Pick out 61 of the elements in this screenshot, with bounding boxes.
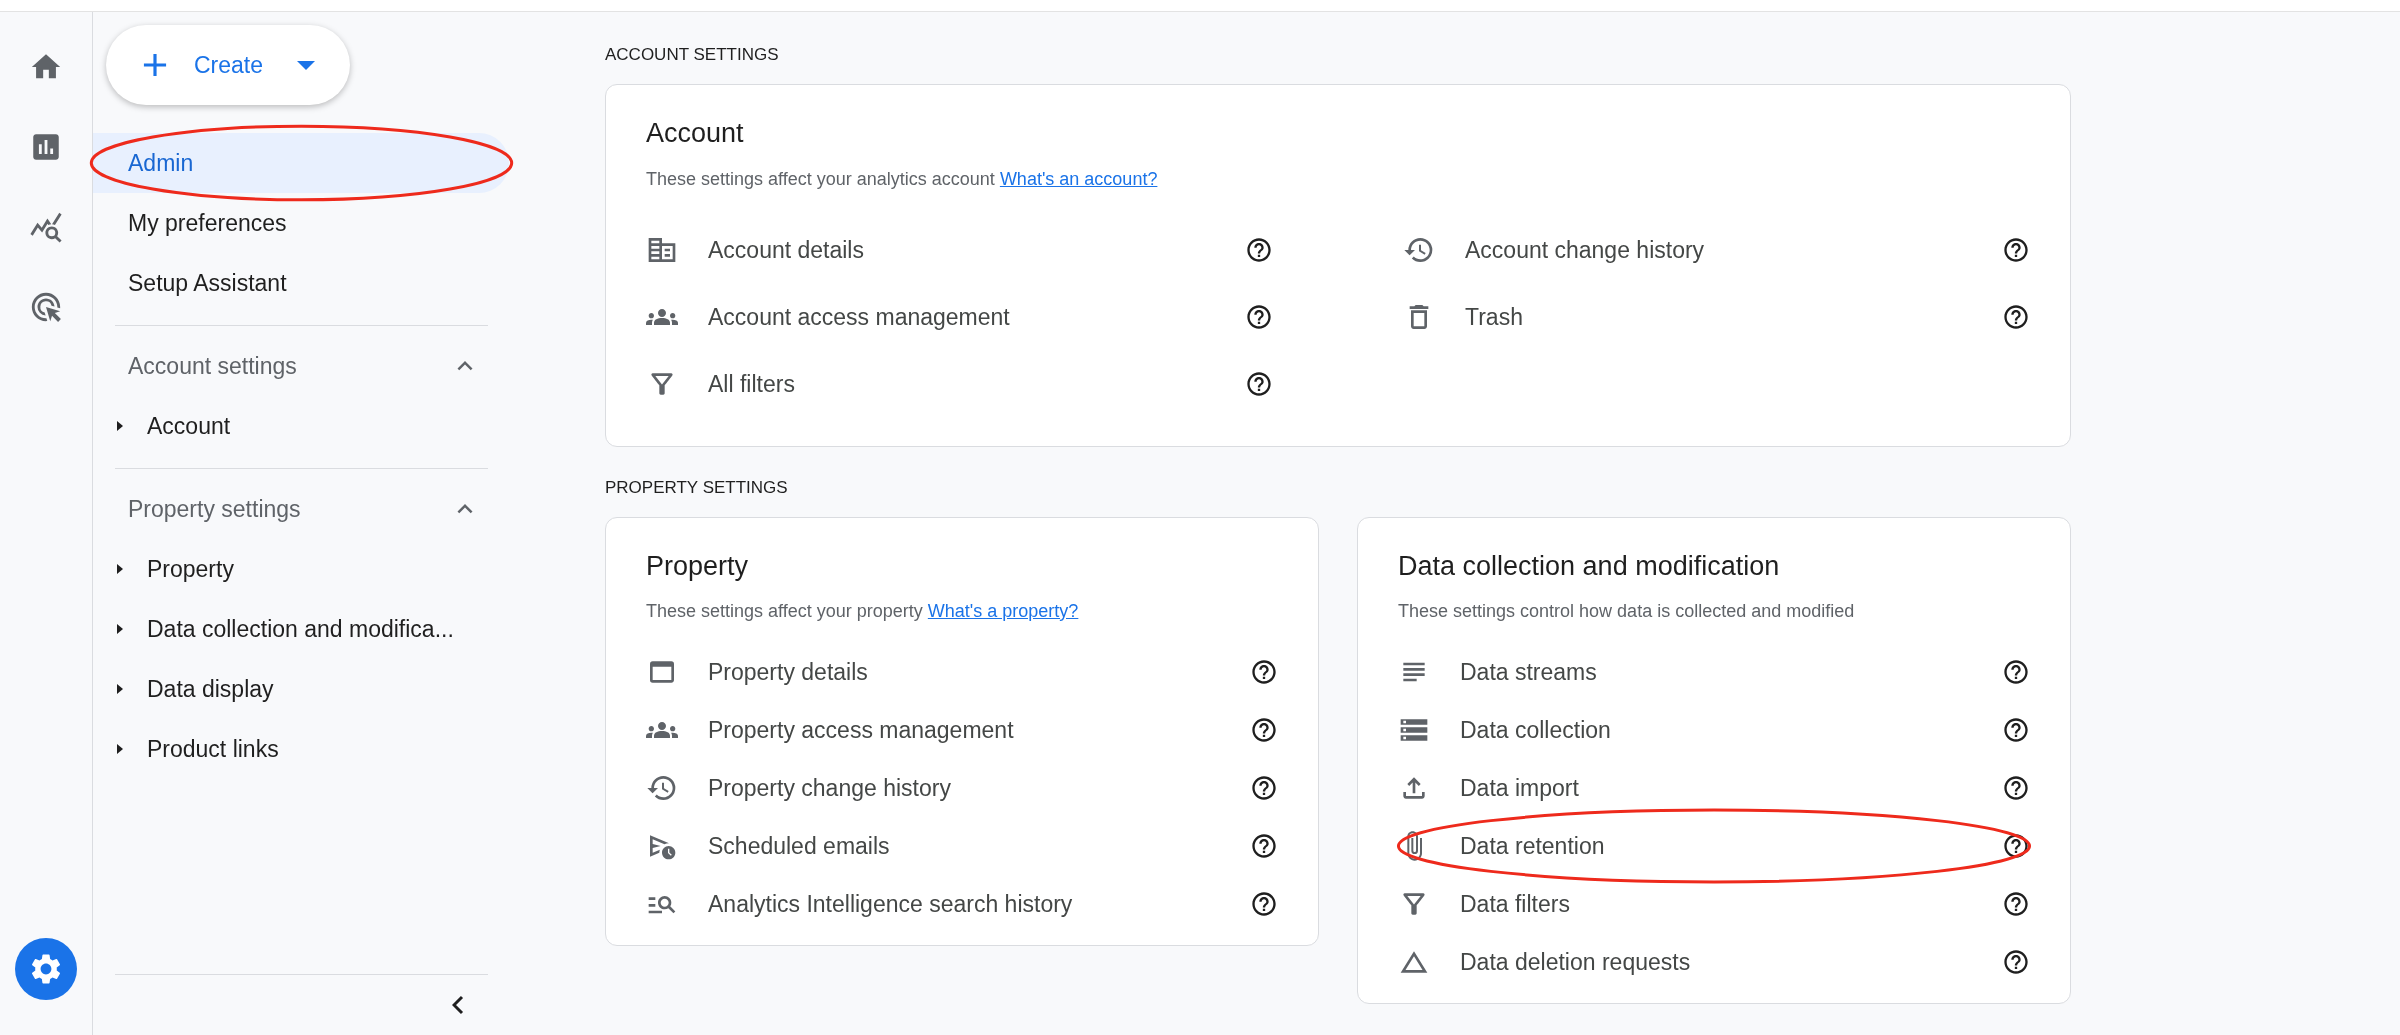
section-heading: ACCOUNT SETTINGS: [605, 44, 779, 66]
settings-link[interactable]: Data deletion requests: [1460, 944, 1691, 980]
collapse-button[interactable]: [452, 995, 464, 1015]
help-icon[interactable]: [2002, 303, 2030, 331]
caret-right-icon: [117, 564, 123, 574]
card-description: These settings control how data is collected and modified: [1398, 600, 1855, 623]
help-icon[interactable]: [1245, 370, 1273, 398]
settings-link[interactable]: Account access management: [708, 299, 1010, 335]
settings-link[interactable]: Data streams: [1460, 654, 1597, 690]
nav-tree-item[interactable]: Product links: [115, 719, 488, 779]
settings-link[interactable]: Data import: [1460, 770, 1579, 806]
chevron-left-icon: [452, 995, 464, 1015]
caret-right-icon: [117, 421, 123, 431]
caret-right-icon: [117, 684, 123, 694]
help-icon[interactable]: [1250, 658, 1278, 686]
nav-item[interactable]: Admin: [93, 133, 509, 193]
help-icon[interactable]: [1245, 236, 1273, 264]
nav-tree-item[interactable]: Data collection and modifica...: [115, 599, 488, 659]
nav-item[interactable]: Setup Assistant: [93, 253, 509, 313]
help-icon[interactable]: [1250, 774, 1278, 802]
settings-link[interactable]: Property change history: [708, 770, 951, 806]
section-heading: PROPERTY SETTINGS: [605, 476, 788, 499]
help-link[interactable]: What's an account?: [999, 168, 1158, 189]
help-link[interactable]: What's a property?: [927, 601, 1079, 621]
card-title: Data collection and modification: [1398, 549, 1780, 583]
settings-link[interactable]: Trash: [1465, 299, 1523, 335]
card-title: Property: [646, 549, 749, 583]
card-description: These settings affect your analytics account What's an account?: [646, 167, 1158, 191]
card-title: Account: [646, 117, 744, 150]
nav-tree-item[interactable]: Account: [115, 396, 488, 456]
settings-link[interactable]: Property details: [708, 654, 868, 690]
settings-link[interactable]: Scheduled emails: [708, 828, 890, 864]
settings-link[interactable]: Property access management: [708, 712, 1014, 748]
settings-link[interactable]: Account change history: [1465, 232, 1705, 268]
settings-link[interactable]: Data retention: [1460, 828, 1605, 864]
help-icon[interactable]: [2002, 832, 2030, 860]
help-icon[interactable]: [1250, 890, 1278, 918]
help-icon[interactable]: [2002, 236, 2030, 264]
help-icon[interactable]: [2002, 948, 2030, 976]
help-icon[interactable]: [1250, 716, 1278, 744]
help-icon[interactable]: [2002, 716, 2030, 744]
help-icon[interactable]: [1245, 303, 1273, 331]
nav-tree-item[interactable]: Data display: [115, 659, 488, 719]
help-icon[interactable]: [2002, 658, 2030, 686]
nav-item[interactable]: My preferences: [93, 193, 509, 253]
section-header[interactable]: Property settings: [115, 479, 488, 539]
card-description: These settings affect your property What's a property?: [646, 600, 1079, 623]
help-icon[interactable]: [2002, 774, 2030, 802]
nav-tree-item[interactable]: Property: [115, 539, 488, 599]
settings-link[interactable]: All filters: [708, 366, 795, 402]
caret-right-icon: [117, 744, 123, 754]
settings-link[interactable]: Data collection: [1460, 712, 1611, 748]
dropdown-caret-icon: [297, 60, 316, 70]
help-icon[interactable]: [2002, 890, 2030, 918]
settings-link[interactable]: Analytics Intelligence search history: [708, 886, 1073, 922]
caret-right-icon: [117, 624, 123, 634]
settings-link[interactable]: Data filters: [1460, 886, 1570, 922]
settings-link[interactable]: Account details: [708, 232, 864, 268]
section-header[interactable]: Account settings: [115, 336, 488, 396]
create-button[interactable]: Create: [106, 25, 350, 105]
help-icon[interactable]: [1250, 832, 1278, 860]
